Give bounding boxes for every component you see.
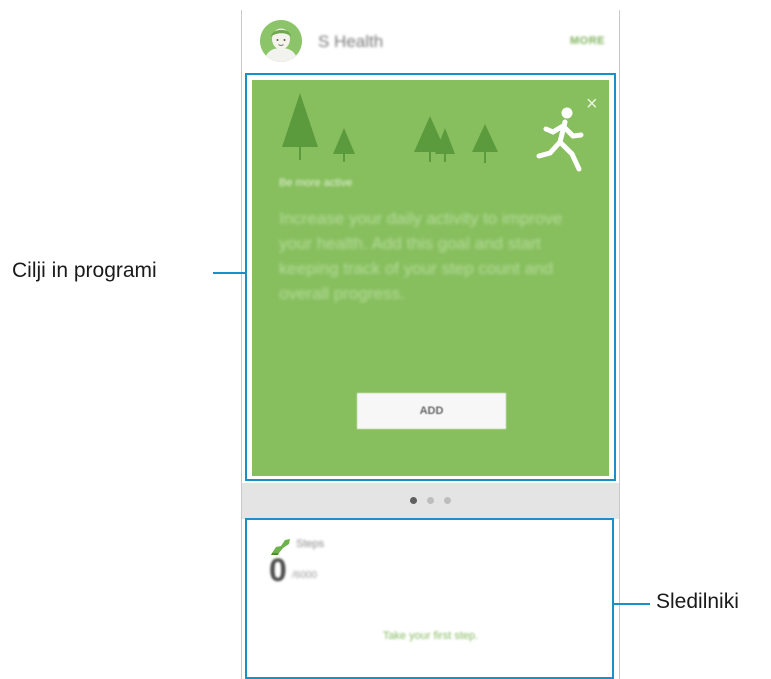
goal-card[interactable]: × Be more active Increase your daily act… bbox=[252, 80, 609, 476]
runner-icon bbox=[536, 107, 584, 172]
pager-band bbox=[242, 483, 619, 519]
goals-callout-label: Cilji in programi bbox=[12, 259, 157, 282]
trackers-callout-line bbox=[614, 603, 650, 605]
page-dot[interactable] bbox=[410, 497, 417, 504]
profile-avatar[interactable] bbox=[260, 20, 302, 62]
steps-tracker-card[interactable]: Steps 0 /6000 Take your first step. bbox=[248, 525, 613, 679]
goal-title: Be more active bbox=[279, 177, 353, 189]
close-icon[interactable]: × bbox=[586, 94, 598, 114]
goals-callout-line bbox=[213, 272, 245, 274]
add-goal-button[interactable]: ADD bbox=[357, 393, 506, 429]
trackers-callout-label: Sledilniki bbox=[656, 590, 739, 613]
app-title: S Health bbox=[318, 32, 384, 51]
tracker-message: Take your first step. bbox=[382, 630, 479, 642]
page-dot[interactable] bbox=[444, 497, 451, 504]
person-icon bbox=[260, 20, 302, 62]
steps-target: /6000 bbox=[292, 570, 318, 581]
steps-count: 0 bbox=[269, 552, 287, 588]
page-indicator bbox=[242, 483, 619, 519]
goal-description: Increase your daily activity to improve … bbox=[279, 209, 563, 303]
more-button[interactable]: MORE bbox=[570, 35, 605, 47]
app-bar: S Health MORE bbox=[242, 10, 619, 72]
steps-label: Steps bbox=[296, 538, 325, 550]
page-dot[interactable] bbox=[427, 497, 434, 504]
phone-screen: S Health MORE × Be more active Increase … bbox=[241, 10, 620, 679]
